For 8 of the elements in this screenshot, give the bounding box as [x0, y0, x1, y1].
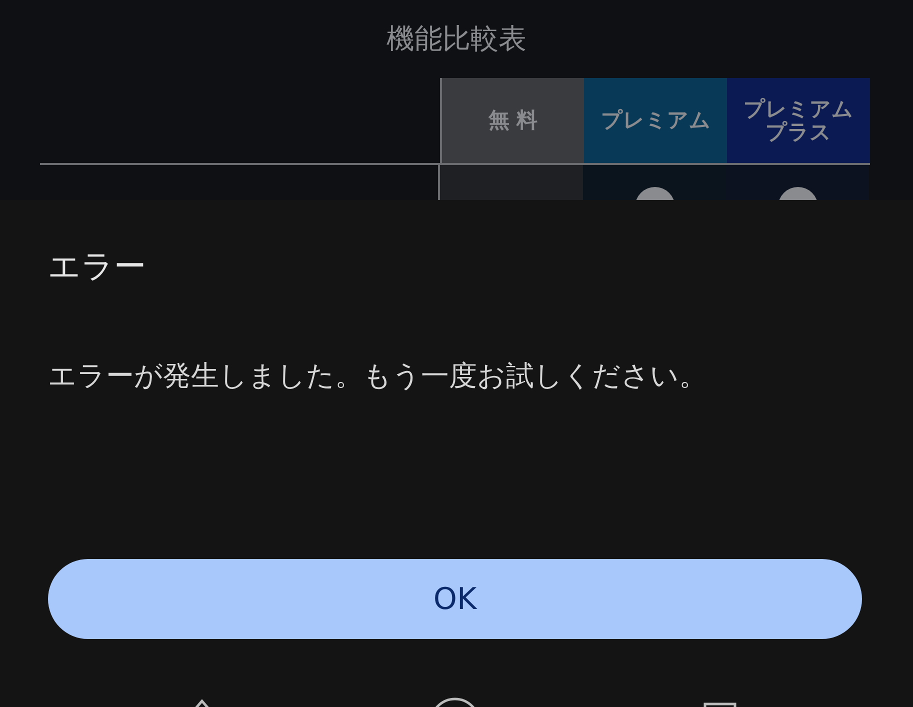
- ok-button[interactable]: OK: [48, 559, 862, 639]
- column-header: 無 料: [442, 78, 584, 163]
- dialog-title: エラー: [48, 246, 147, 287]
- column-header: プレミアムプラス: [727, 78, 870, 163]
- column-header: プレミアム: [584, 78, 728, 163]
- page-title: 機能比較表: [386, 21, 528, 57]
- dialog-message: エラーが発生しました。もう一度お試しください。: [48, 358, 708, 394]
- recents-icon[interactable]: [704, 702, 736, 707]
